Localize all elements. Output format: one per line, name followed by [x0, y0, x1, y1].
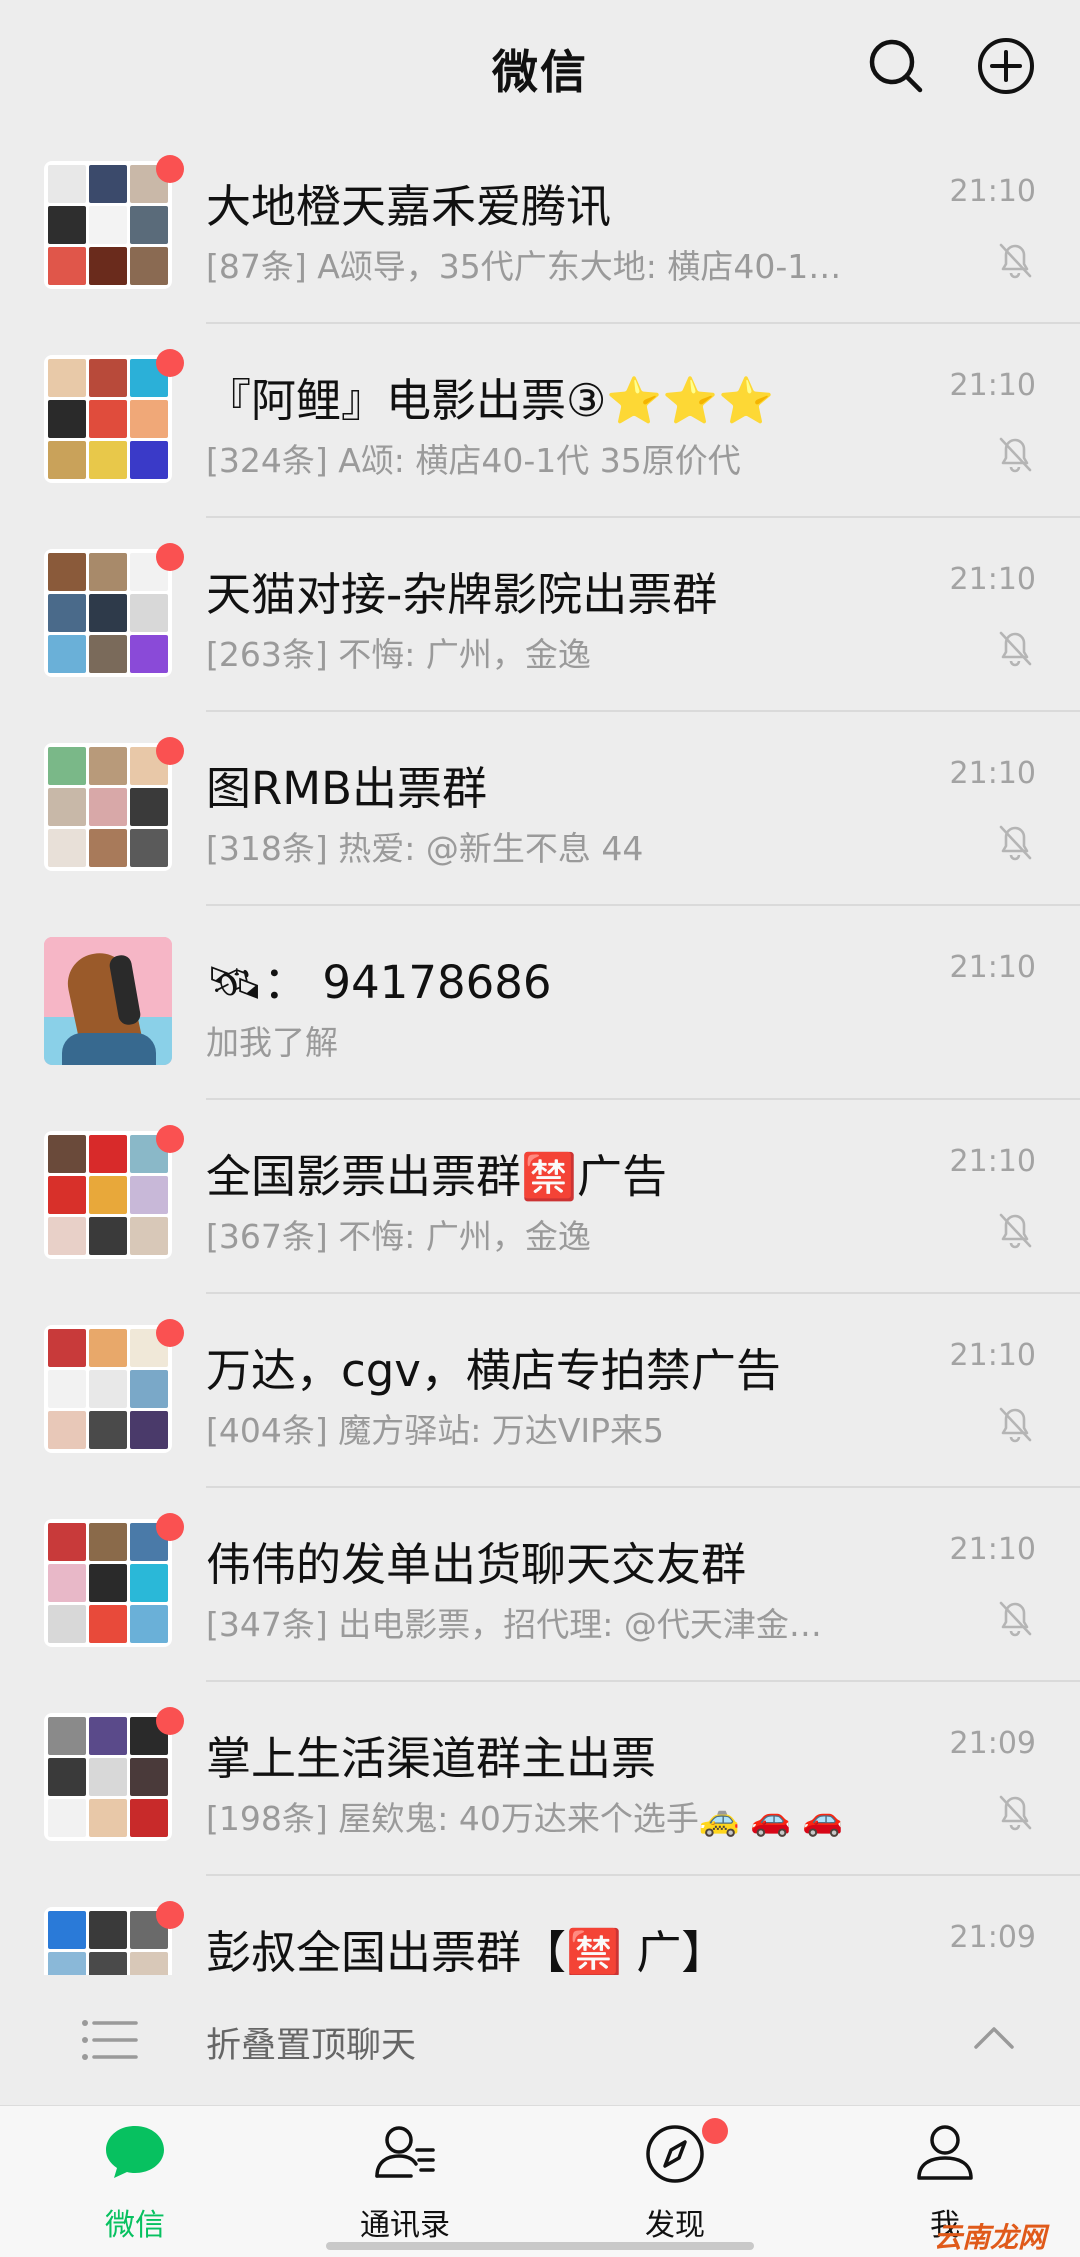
unread-badge — [156, 1707, 184, 1735]
tab-discover[interactable]: 发现 — [540, 2106, 810, 2257]
unread-badge — [156, 1319, 184, 1347]
chat-time: 21:09 — [949, 1920, 1036, 1955]
chat-name: 天猫对接-杂牌影院出票群 — [206, 568, 718, 621]
mute-bell-icon — [999, 631, 1032, 667]
compass-icon — [646, 2125, 704, 2183]
chat-item[interactable]: 全国影票出票群🈲广告 [367条] 不悔: 广州，金逸 21:10 — [0, 1100, 1080, 1294]
chat-item[interactable]: 万达，cgv，横店专拍禁广告 [404条] 魔方驿站: 万达VIP来5 21:1… — [0, 1294, 1080, 1488]
add-plus-icon[interactable] — [976, 36, 1036, 96]
chat-list[interactable]: 大地橙天嘉禾爱腾讯 [87条] A颂导，35代广东大地: 横店40-1… 21:… — [0, 130, 1080, 1975]
tab-label: 发现 — [645, 2208, 705, 2243]
top-bar: 微信 — [0, 0, 1080, 130]
chevron-up-icon[interactable] — [972, 2019, 1016, 2055]
chat-preview: [367条] 不悔: 广州，金逸 — [206, 1217, 591, 1256]
chat-time: 21:10 — [949, 1338, 1036, 1373]
group-avatar — [44, 743, 172, 871]
fold-label: 折叠置顶聊天 — [206, 2026, 417, 2066]
chat-time: 21:10 — [949, 368, 1036, 403]
list-icon — [82, 2020, 138, 2060]
chat-time: 21:10 — [949, 950, 1036, 985]
mute-bell-icon — [999, 1213, 1032, 1249]
chat-preview: [87条] A颂导，35代广东大地: 横店40-1… — [206, 247, 842, 286]
chat-name: 掌上生活渠道群主出票 — [206, 1732, 657, 1785]
chat-name: 大地橙天嘉禾爱腾讯 — [206, 180, 612, 233]
chat-preview: 加我了解 — [206, 1023, 338, 1062]
group-avatar — [44, 161, 172, 289]
unread-badge — [156, 543, 184, 571]
chat-item[interactable]: 天猫对接-杂牌影院出票群 [263条] 不悔: 广州，金逸 21:10 — [0, 518, 1080, 712]
chat-item[interactable]: 掌上生活渠道群主出票 [198条] 屋欸鬼: 40万达来个选手🚕 🚗 🚗 21:… — [0, 1682, 1080, 1876]
group-avatar — [44, 1713, 172, 1841]
mute-bell-icon — [999, 1407, 1032, 1443]
chat-name: 万达，cgv，横店专拍禁广告 — [206, 1344, 781, 1397]
mute-bell-icon — [999, 1601, 1032, 1637]
group-avatar — [44, 1907, 172, 1975]
group-avatar — [44, 1519, 172, 1647]
mute-bell-icon — [999, 1795, 1032, 1831]
unread-badge — [156, 737, 184, 765]
mute-bell-icon — [999, 243, 1032, 279]
tab-label: 微信 — [105, 2208, 165, 2243]
chat-preview: [198条] 屋欸鬼: 40万达来个选手🚕 🚗 🚗 — [206, 1799, 844, 1838]
chat-preview: [263条] 不悔: 广州，金逸 — [206, 635, 591, 674]
chat-item[interactable]: 图RMB出票群 [318条] 热爱: @新生不息 44 21:10 — [0, 712, 1080, 906]
group-avatar — [44, 1131, 172, 1259]
chat-name: 『阿鲤』电影出票③⭐⭐⭐ — [206, 374, 775, 427]
chat-preview: [324条] A颂: 横店40-1代 35原价代 — [206, 441, 741, 480]
watermark: 云南龙网 — [934, 2221, 1047, 2254]
mute-bell-icon — [999, 437, 1032, 473]
chat-bubble-icon — [106, 2126, 164, 2178]
person-icon — [917, 2125, 973, 2180]
tab-chats[interactable]: 微信 — [0, 2106, 270, 2257]
unread-badge — [156, 155, 184, 183]
chat-preview: [347条] 出电影票，招代理: @代天津金… — [206, 1605, 822, 1644]
chat-name: 彭叔全国出票群【🈲 广】 — [206, 1926, 727, 1975]
contact-avatar — [44, 937, 172, 1065]
unread-badge — [156, 1901, 184, 1929]
folded-pinned-chats-bar[interactable]: 折叠置顶聊天 — [0, 1975, 1080, 2105]
tab-me[interactable]: 我 云南龙网 — [810, 2106, 1080, 2257]
chat-item[interactable]: 大地橙天嘉禾爱腾讯 [87条] A颂导，35代广东大地: 横店40-1… 21:… — [0, 130, 1080, 324]
tab-label: 通讯录 — [360, 2208, 450, 2243]
chat-item[interactable]: 『阿鲤』电影出票③⭐⭐⭐ [324条] A颂: 横店40-1代 35原价代 21… — [0, 324, 1080, 518]
group-avatar — [44, 1325, 172, 1453]
chat-name: 伟伟的发单出货聊天交友群 — [206, 1538, 747, 1591]
group-avatar — [44, 549, 172, 677]
unread-badge — [156, 1125, 184, 1153]
chat-name: 图RMB出票群 — [206, 762, 487, 815]
group-avatar — [44, 355, 172, 483]
search-icon[interactable] — [866, 36, 926, 96]
contacts-icon — [375, 2126, 435, 2178]
home-indicator[interactable] — [326, 2242, 754, 2250]
chat-item[interactable]: 🛰： 94178686 加我了解 21:10 — [0, 906, 1080, 1100]
unread-badge — [156, 1513, 184, 1541]
chat-item[interactable]: 伟伟的发单出货聊天交友群 [347条] 出电影票，招代理: @代天津金… 21:… — [0, 1488, 1080, 1682]
chat-preview: [318条] 热爱: @新生不息 44 — [206, 829, 644, 868]
chat-time: 21:10 — [949, 756, 1036, 791]
tab-contacts[interactable]: 通讯录 — [270, 2106, 540, 2257]
chat-item[interactable]: 彭叔全国出票群【🈲 广】 21:09 — [0, 1876, 1080, 1975]
chat-time: 21:09 — [949, 1726, 1036, 1761]
chat-preview: [404条] 魔方驿站: 万达VIP来5 — [206, 1411, 665, 1450]
discover-badge — [702, 2118, 728, 2144]
chat-time: 21:10 — [949, 1532, 1036, 1567]
chat-time: 21:10 — [949, 562, 1036, 597]
chat-time: 21:10 — [949, 174, 1036, 209]
mute-bell-icon — [999, 825, 1032, 861]
chat-name: 🛰： 94178686 — [206, 956, 552, 1009]
bottom-tab-bar: 微信 通讯录 发现 我 云南龙网 — [0, 2105, 1080, 2257]
unread-badge — [156, 349, 184, 377]
chat-name: 全国影票出票群🈲广告 — [206, 1150, 668, 1203]
chat-time: 21:10 — [949, 1144, 1036, 1179]
